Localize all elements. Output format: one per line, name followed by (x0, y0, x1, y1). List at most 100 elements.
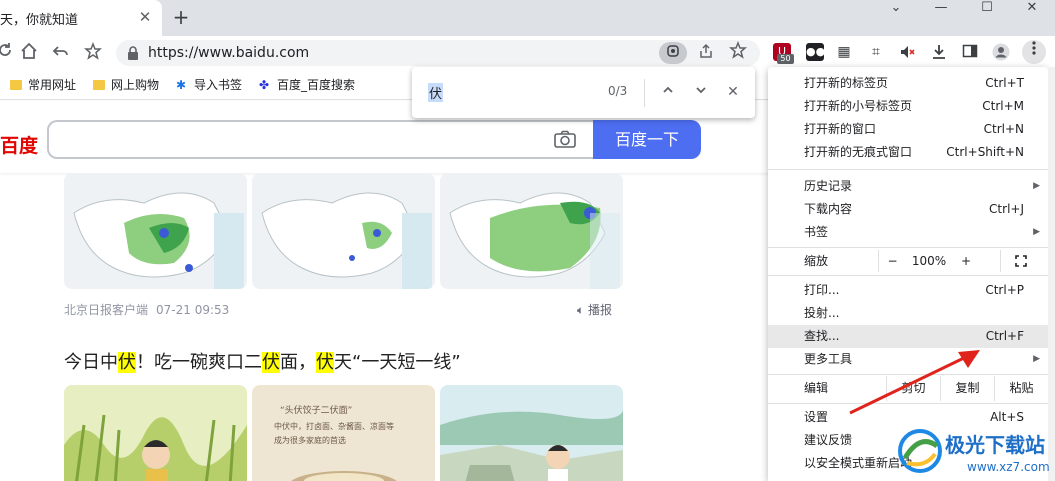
weather-map-image[interactable] (440, 173, 623, 289)
menu-shortcut: Ctrl+M (982, 99, 1024, 113)
headline-text: 天“一天短一线” (334, 352, 461, 373)
extension-grid-icon[interactable]: ▦ (835, 43, 853, 61)
bookmark-item[interactable]: ✱ 导入书签 (176, 77, 242, 93)
active-tab[interactable]: 天，你就知道 ✕ (0, 0, 162, 36)
reload-icon[interactable] (0, 42, 16, 64)
menu-shortcut: Ctrl+F (985, 329, 1024, 343)
bookmark-star-icon[interactable] (82, 41, 104, 64)
menu-new-incognito-window[interactable]: 打开新的无痕式窗口 Ctrl+Shift+N (768, 141, 1048, 164)
star-icon[interactable] (729, 40, 747, 64)
news-headline[interactable]: 今日中伏！吃一碗爽口二伏面，伏天“一天短一线” (64, 348, 461, 374)
browser-toolbar: https://www.baidu.com U ●● ▦ ⌗ (0, 36, 1055, 70)
broadcast-label: 播报 (588, 303, 613, 317)
bookmark-label: 百度_百度搜索 (277, 78, 356, 92)
search-input[interactable] (47, 120, 595, 159)
menu-shortcut: Ctrl+N (983, 122, 1024, 136)
undo-icon[interactable] (50, 42, 72, 64)
menu-shortcut: Ctrl+P (985, 283, 1024, 297)
profile-avatar-icon[interactable] (992, 43, 1010, 61)
url-text: https://www.baidu.com (148, 45, 310, 61)
news-time: 07-21 09:53 (156, 303, 230, 317)
mute-icon[interactable] (898, 43, 916, 61)
headline-text: 面， (280, 352, 316, 373)
illustration-image[interactable] (440, 385, 623, 481)
menu-downloads[interactable]: 下载内容 Ctrl+J (768, 198, 1048, 221)
menu-history[interactable]: 历史记录 ▶ (768, 175, 1048, 198)
minimize-button[interactable]: — (921, 0, 961, 16)
watermark-name: 极光下载站 (945, 433, 1045, 457)
zoom-label: 缩放 (804, 254, 829, 268)
zoom-value: 100% (911, 254, 947, 268)
menu-new-window[interactable]: 打开新的窗口 Ctrl+N (768, 118, 1048, 141)
menu-label: 设置 (804, 410, 829, 424)
find-highlight: 伏 (262, 352, 280, 373)
find-next-button[interactable] (690, 81, 712, 103)
news-meta: 北京日报客户端 07-21 09:53 (64, 301, 229, 318)
zoom-out-button[interactable]: − (878, 250, 906, 272)
illustration-image[interactable] (64, 385, 247, 481)
menu-divider (768, 275, 1048, 276)
menu-new-tab[interactable]: 打开新的标签页 Ctrl+T (768, 72, 1048, 95)
watermark-url: www.xz7.com (967, 460, 1050, 474)
window-close-button[interactable]: ✕ (1012, 0, 1052, 16)
menu-divider (768, 247, 1048, 248)
menu-zoom-row: 缩放 − 100% + (768, 250, 1048, 272)
find-highlight: 伏 (118, 352, 136, 373)
tab-close-icon[interactable]: ✕ (136, 8, 154, 26)
paste-button[interactable]: 粘贴 (994, 376, 1048, 401)
find-previous-button[interactable] (657, 81, 679, 103)
folder-icon (93, 80, 105, 90)
bookmark-item[interactable]: ✤ 百度_百度搜索 (259, 77, 355, 93)
bookmark-item[interactable]: 常用网址 (10, 77, 76, 93)
find-divider (644, 79, 645, 107)
home-icon[interactable] (18, 42, 40, 64)
weather-map-image[interactable] (252, 173, 435, 289)
map-image-row (64, 173, 624, 289)
menu-label: 打开新的无痕式窗口 (804, 145, 913, 159)
side-panel-icon[interactable] (961, 43, 979, 61)
extension-count-badge: 50 (777, 54, 794, 64)
maximize-button[interactable]: ☐ (967, 0, 1007, 16)
share-icon[interactable] (698, 43, 714, 63)
svg-text:中伏中，打卤面、杂酱面、凉面等: 中伏中，打卤面、杂酱面、凉面等 (274, 421, 394, 431)
new-tab-button[interactable]: + (170, 5, 192, 29)
page-scrollbar[interactable] (1048, 67, 1055, 481)
extension-mask-icon[interactable]: ●● (806, 43, 825, 61)
menu-print[interactable]: 打印... Ctrl+P (768, 279, 1048, 302)
broadcast-button[interactable]: 🔈︎ 播报 (577, 301, 612, 318)
search-button[interactable]: 百度一下 (593, 120, 701, 159)
find-close-icon[interactable]: ✕ (722, 81, 744, 103)
illustration-image[interactable]: “头伏饺子二伏面” 中伏中，打卤面、杂酱面、凉面等 成为很多家庭的首选 (252, 385, 435, 481)
camera-icon[interactable] (554, 130, 576, 148)
baidu-logo[interactable]: 百度 (0, 131, 38, 158)
menu-label: 建议反馈 (804, 433, 853, 447)
find-highlight: 伏 (316, 352, 334, 373)
menu-bookmarks[interactable]: 书签 ▶ (768, 221, 1048, 244)
menu-shortcut: Ctrl+J (989, 202, 1024, 216)
bookmark-item[interactable]: 网上购物 (93, 77, 159, 93)
illustration-image-row: “头伏饺子二伏面” 中伏中，打卤面、杂酱面、凉面等 成为很多家庭的首选 (64, 385, 624, 481)
gear-icon: ✱ (176, 78, 187, 92)
news-source[interactable]: 北京日报客户端 (64, 303, 148, 317)
chrome-menu-button[interactable] (1022, 40, 1046, 64)
tab-search-chevron-icon[interactable]: ⌄ (876, 0, 916, 16)
weather-map-image[interactable] (64, 173, 247, 289)
google-lens-icon[interactable] (659, 42, 687, 64)
menu-cast[interactable]: 投射... (768, 302, 1048, 325)
fullscreen-icon[interactable] (1000, 250, 1040, 272)
download-icon[interactable] (930, 43, 948, 61)
find-match-count: 0/3 (608, 84, 628, 98)
speaker-icon: 🔈︎ (577, 303, 585, 317)
menu-label: 打开新的标签页 (804, 76, 889, 90)
tab-title: 天，你就知道 (0, 13, 79, 28)
zoom-in-button[interactable]: + (952, 250, 980, 272)
submenu-arrow-icon: ▶ (1033, 181, 1040, 191)
crop-icon[interactable]: ⌗ (867, 43, 885, 61)
folder-icon (10, 80, 22, 90)
menu-label: 打开新的小号标签页 (804, 99, 913, 113)
menu-new-small-tab[interactable]: 打开新的小号标签页 Ctrl+M (768, 95, 1048, 118)
address-bar[interactable]: https://www.baidu.com (116, 40, 760, 66)
find-input[interactable]: 伏 (428, 83, 444, 102)
menu-label: 书签 (804, 225, 829, 239)
headline-text: ！吃一碗爽口二 (136, 352, 262, 373)
